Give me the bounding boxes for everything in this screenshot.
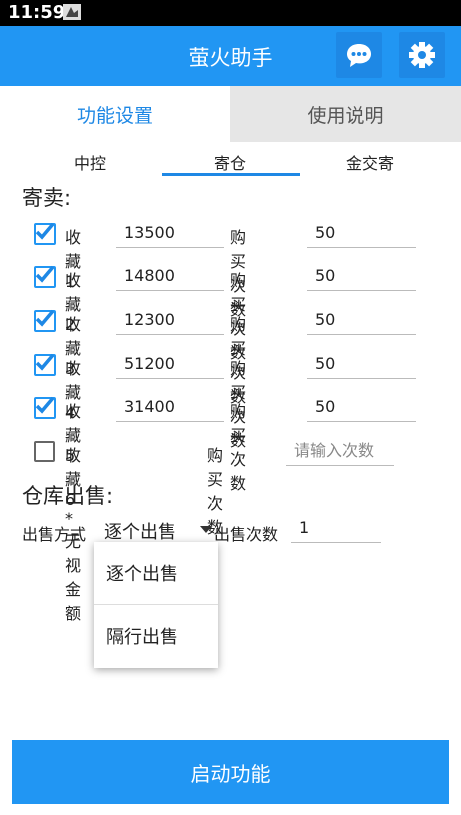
qty-input[interactable]: 50 xyxy=(307,395,416,422)
sell-count-input[interactable]: 1 xyxy=(291,516,381,543)
gear-icon xyxy=(409,42,435,68)
sell-mode-dropdown-menu: 逐个出售 隔行出售 xyxy=(94,542,218,668)
tab-usage-instructions[interactable]: 使用说明 xyxy=(230,86,461,142)
sell-mode-select[interactable]: 逐个出售 xyxy=(100,516,216,544)
settings-button[interactable] xyxy=(399,32,445,78)
price-input[interactable]: 13500 xyxy=(116,221,224,248)
option-one-by-one[interactable]: 逐个出售 xyxy=(94,542,218,604)
checkmark-icon xyxy=(35,222,55,240)
sell-count-label: 出售次数 xyxy=(214,525,279,544)
checkmark-icon xyxy=(35,396,55,414)
subtab-central-control[interactable]: 中控 xyxy=(50,150,130,174)
tab-function-settings[interactable]: 功能设置 xyxy=(0,86,230,142)
price-input[interactable]: 12300 xyxy=(116,308,224,335)
dropdown-arrow-icon xyxy=(200,526,212,533)
subtab-consign-warehouse[interactable]: 寄仓 xyxy=(190,150,270,174)
status-time: 11:59 xyxy=(8,2,66,23)
checkmark-icon xyxy=(35,265,55,283)
price-input[interactable]: 51200 xyxy=(116,352,224,379)
checkbox-collect4[interactable] xyxy=(34,353,56,376)
subtab-gold-consign[interactable]: 金交寄 xyxy=(330,150,410,174)
app-title: 萤火助手 xyxy=(188,46,273,70)
price-input[interactable]: 14800 xyxy=(116,264,224,291)
start-function-button[interactable]: 启动功能 xyxy=(12,740,449,804)
qty-input[interactable]: 50 xyxy=(307,308,416,335)
checkbox-collect2[interactable] xyxy=(34,265,56,288)
price-input[interactable]: 31400 xyxy=(116,395,224,422)
warehouse-section-title: 仓库出售: xyxy=(22,484,114,508)
qty-input-placeholder[interactable]: 请输入次数 xyxy=(286,439,394,466)
sell-mode-value: 逐个出售 xyxy=(104,522,176,543)
sell-mode-label: 出售方式 xyxy=(22,525,87,544)
option-alternate-rows[interactable]: 隔行出售 xyxy=(94,605,218,667)
checkmark-icon xyxy=(35,353,55,371)
consign-section-title: 寄卖: xyxy=(22,186,72,210)
qty-input[interactable]: 50 xyxy=(307,221,416,248)
checkbox-collect3[interactable] xyxy=(34,309,56,332)
checkmark-icon xyxy=(35,309,55,327)
qty-input[interactable]: 50 xyxy=(307,264,416,291)
checkbox-collect5[interactable] xyxy=(34,396,56,419)
subtab-indicator xyxy=(162,173,300,176)
checkbox-collect1[interactable] xyxy=(34,222,56,245)
qty-input[interactable]: 50 xyxy=(307,352,416,379)
chat-bubble-icon xyxy=(347,44,371,67)
qty-label: 购买次数 xyxy=(230,402,247,493)
chat-button[interactable] xyxy=(336,32,382,78)
status-bar: 11:59 xyxy=(0,0,461,26)
notification-icon xyxy=(62,2,82,22)
checkbox-collect6[interactable] xyxy=(34,441,55,462)
app-bar: 萤火助手 xyxy=(0,26,461,86)
